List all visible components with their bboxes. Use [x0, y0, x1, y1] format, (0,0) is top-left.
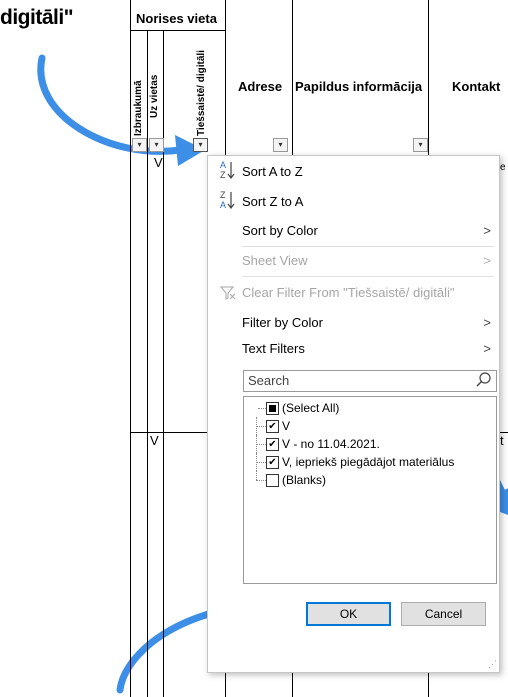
header-papildus-informacija: Papildus informācija: [295, 79, 423, 94]
cell-value: V: [150, 433, 159, 448]
tree-connector: [256, 480, 266, 481]
menu-item-text-filters[interactable]: Text Filters >: [208, 336, 499, 362]
list-item-label: (Select All): [282, 401, 340, 415]
menu-separator: [242, 246, 494, 247]
svg-text:A: A: [220, 160, 226, 170]
menu-item-label: Filter by Color: [242, 315, 323, 330]
menu-item-filter-by-color[interactable]: Filter by Color >: [208, 310, 499, 336]
item-checkbox[interactable]: [266, 474, 279, 487]
filter-dropdown-menu: AZ Sort A to Z ZA Sort Z to A Sort by Co…: [207, 155, 500, 673]
cell-value-cut: e: [500, 162, 506, 173]
list-item-label: V, iepriekš piegādājot materiālus: [282, 455, 455, 469]
header-tiessaiste-digitali: Tiešsaistē/ digitāli: [196, 50, 207, 136]
list-item-label: (Blanks): [282, 473, 327, 487]
header-kontakt: Kontakt: [452, 79, 501, 94]
ok-button[interactable]: OK: [306, 602, 391, 626]
filter-dropdown-button[interactable]: ▾: [413, 138, 428, 152]
grid-line: [163, 30, 164, 697]
menu-item-label: Sheet View: [242, 253, 308, 268]
menu-item-label: Sort A to Z: [242, 164, 303, 179]
cancel-button[interactable]: Cancel: [401, 602, 486, 626]
item-checkbox[interactable]: ✔: [266, 438, 279, 451]
list-item-label: V - no 11.04.2021.: [282, 437, 380, 451]
menu-item-label: Text Filters: [242, 341, 305, 356]
svg-text:Z: Z: [220, 170, 226, 180]
submenu-chevron-icon: >: [483, 253, 491, 268]
header-uz-vietas: Uz vietas: [149, 74, 160, 118]
item-checkbox[interactable]: ✔: [266, 420, 279, 433]
sort-a-to-z-icon: AZ: [220, 159, 236, 184]
menu-item-sheet-view: Sheet View >: [208, 248, 499, 274]
cell-value-cut: t: [500, 433, 504, 448]
sort-z-to-a-icon: ZA: [220, 189, 236, 214]
tree-connector: [256, 462, 266, 463]
resize-grip-icon[interactable]: ⋰: [488, 659, 497, 670]
svg-text:Z: Z: [220, 190, 226, 200]
menu-item-sort-a-to-z[interactable]: AZ Sort A to Z: [208, 159, 499, 185]
submenu-chevron-icon: >: [483, 223, 491, 238]
menu-item-label: Sort by Color: [242, 223, 318, 238]
menu-item-sort-z-to-a[interactable]: ZA Sort Z to A: [208, 189, 499, 215]
select-all-checkbox[interactable]: [266, 402, 279, 415]
header-norises-vieta: Norises vieta: [136, 11, 217, 26]
grid-line: [130, 0, 131, 697]
search-icon[interactable]: [476, 372, 492, 393]
header-adrese: Adrese: [238, 79, 283, 94]
filter-dropdown-button[interactable]: ▾: [132, 138, 147, 152]
search-input[interactable]: Search: [243, 370, 497, 392]
tree-connector: [258, 408, 266, 409]
menu-item-label: Sort Z to A: [242, 194, 304, 209]
submenu-chevron-icon: >: [483, 341, 491, 356]
grid-line: [130, 30, 226, 31]
submenu-chevron-icon: >: [483, 315, 491, 330]
grid-line: [147, 30, 148, 697]
tree-connector: [256, 426, 266, 427]
search-placeholder: Search: [248, 373, 290, 388]
menu-item-clear-filter: Clear Filter From "Tiešsaistē/ digitāli": [208, 280, 499, 306]
svg-text:A: A: [220, 200, 226, 210]
tree-connector: [256, 444, 266, 445]
filter-dropdown-button[interactable]: ▾: [149, 138, 164, 152]
list-item-label: V: [282, 419, 291, 433]
header-izbraukuma: Izbraukumā: [133, 80, 144, 136]
clear-filter-icon: [219, 286, 236, 303]
filter-values-list: (Select All) ✔ V ✔ V - no 11.04.2021. ✔ …: [243, 396, 497, 584]
cell-value: V: [154, 155, 163, 170]
item-checkbox[interactable]: ✔: [266, 456, 279, 469]
filter-dropdown-button-active[interactable]: ▾: [193, 138, 208, 152]
menu-separator: [242, 276, 494, 277]
menu-item-label: Clear Filter From "Tiešsaistē/ digitāli": [242, 285, 455, 300]
filter-dropdown-button[interactable]: ▾: [273, 138, 288, 152]
menu-item-sort-by-color[interactable]: Sort by Color >: [208, 218, 499, 244]
